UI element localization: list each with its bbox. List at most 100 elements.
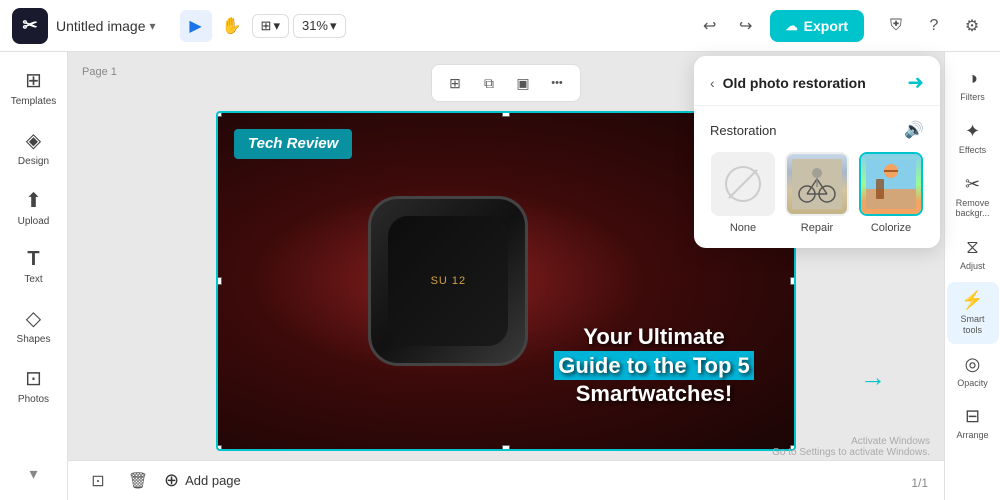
- selection-handle-t[interactable]: [502, 111, 510, 117]
- canvas-more-button[interactable]: •••: [542, 69, 572, 97]
- right-panel-opacity[interactable]: ◎ Opacity: [947, 346, 999, 397]
- sidebar-item-upload-label: Upload: [18, 216, 50, 228]
- repair-bike-figure: [787, 154, 847, 214]
- selection-handle-l[interactable]: [216, 277, 222, 285]
- zoom-control[interactable]: 31% ▾: [293, 14, 346, 38]
- selection-handle-bl[interactable]: [216, 445, 222, 451]
- sidebar-item-templates[interactable]: ⊞ Templates: [6, 60, 62, 116]
- canvas-bottom-bar: ⊡ 🗑 ⊕ Add page 1/1: [68, 460, 944, 500]
- app-logo: ✂: [12, 8, 48, 44]
- sidebar-item-text[interactable]: T Text: [6, 240, 62, 294]
- page-label: Page 1: [82, 66, 117, 78]
- watch-outer: SU 12: [368, 196, 528, 366]
- restoration-option-colorize[interactable]: Colorize: [858, 152, 924, 234]
- sidebar-item-shapes-label: Shapes: [17, 334, 51, 346]
- right-panel-smart-tools[interactable]: ⚡ Smart tools: [947, 282, 999, 344]
- shapes-icon: ◇: [26, 306, 41, 331]
- text-icon: T: [27, 248, 39, 271]
- arrange-icon: ⊟: [965, 406, 980, 427]
- sidebar-item-templates-label: Templates: [11, 96, 57, 108]
- tech-review-badge: Tech Review: [234, 129, 352, 159]
- canvas-layers-button[interactable]: ⧉: [474, 69, 504, 97]
- headline-1: Your Ultimate: [583, 324, 724, 349]
- add-page-button[interactable]: ⊕ Add page: [164, 470, 241, 491]
- sidebar-item-upload[interactable]: ⬆ Upload: [6, 180, 62, 236]
- filters-icon: ◑: [967, 68, 978, 89]
- headline-3: Smartwatches!: [576, 381, 733, 406]
- repair-option-image: [785, 152, 849, 216]
- sidebar-collapse-button[interactable]: ▾: [6, 456, 62, 492]
- tech-review-text: Tech Review: [248, 135, 338, 152]
- select-tool-button[interactable]: ▶: [180, 10, 212, 42]
- selection-handle-b[interactable]: [502, 445, 510, 451]
- popup-body: Restoration 🔊 None: [694, 106, 940, 248]
- export-button[interactable]: ☁ Export: [770, 10, 864, 42]
- save-to-cloud-button[interactable]: ⊡: [84, 467, 112, 495]
- upload-icon: ⬆: [25, 188, 42, 213]
- document-title: Untitled image: [56, 18, 146, 34]
- opacity-icon: ◎: [965, 354, 981, 375]
- canvas-frame-button[interactable]: ▣: [508, 69, 538, 97]
- restoration-popup: ‹ Old photo restoration ➜ Restoration 🔊 …: [694, 56, 940, 248]
- shield-button[interactable]: ⛨: [880, 10, 912, 42]
- canvas-text-overlay: Your Ultimate Guide to the Top 5 Smartwa…: [524, 323, 784, 409]
- none-option-image: [711, 152, 775, 216]
- add-page-label: Add page: [185, 473, 241, 488]
- effects-label: Effects: [959, 145, 986, 156]
- right-panel-filters[interactable]: ◑ Filters: [947, 60, 999, 111]
- zoom-chevron-icon: ▾: [330, 18, 337, 34]
- title-chevron-icon: ▾: [150, 19, 156, 33]
- redo-button[interactable]: ↪: [730, 10, 762, 42]
- page-indicator: 1/1: [911, 476, 928, 490]
- colorize-option-image: [859, 152, 923, 216]
- selection-handle-tl[interactable]: [216, 111, 222, 117]
- undo-button[interactable]: ↩: [694, 10, 726, 42]
- right-panel-effects[interactable]: ✦ Effects: [947, 113, 999, 164]
- delete-page-button[interactable]: 🗑: [124, 467, 152, 495]
- view-control[interactable]: ⊞ ▾: [252, 14, 289, 38]
- right-panel-arrange[interactable]: ⊟ Arrange: [947, 398, 999, 449]
- topbar-right-icons: ⛨ ? ⚙: [880, 10, 988, 42]
- document-title-area[interactable]: Untitled image ▾: [56, 18, 156, 34]
- hand-tool-button[interactable]: ✋: [216, 10, 248, 42]
- toolbar-tools: ▶ ✋ ⊞ ▾ 31% ▾: [180, 10, 686, 42]
- design-icon: ◈: [26, 128, 41, 153]
- popup-back-button[interactable]: ‹: [710, 75, 715, 91]
- right-panel-adjust[interactable]: ⧖ Adjust: [947, 229, 999, 280]
- smart-tools-icon: ⚡: [961, 290, 983, 311]
- right-panel-remove-bg[interactable]: ✂ Remove backgr...: [947, 166, 999, 228]
- watch-face: SU 12: [358, 181, 538, 381]
- restoration-option-none[interactable]: None: [710, 152, 776, 234]
- smart-tools-arrow: →: [860, 362, 886, 393]
- arrange-label: Arrange: [956, 430, 988, 441]
- canvas-toolbar: ⊞ ⧉ ▣ •••: [431, 64, 581, 102]
- help-button[interactable]: ?: [918, 10, 950, 42]
- sidebar-item-text-label: Text: [24, 274, 42, 286]
- export-label: Export: [804, 18, 848, 34]
- adjust-label: Adjust: [960, 261, 985, 272]
- view-icon: ⊞: [261, 18, 272, 34]
- selection-handle-r[interactable]: [790, 277, 796, 285]
- sidebar-item-shapes[interactable]: ◇ Shapes: [6, 298, 62, 354]
- watch-screen: SU 12: [388, 216, 508, 346]
- smart-tools-label: Smart tools: [951, 314, 995, 336]
- view-chevron-icon: ▾: [273, 18, 280, 34]
- sidebar-item-design[interactable]: ◈ Design: [6, 120, 62, 176]
- colorize-option-label: Colorize: [871, 222, 911, 234]
- sound-icon[interactable]: 🔊: [904, 120, 924, 140]
- canvas-headline: Your Ultimate Guide to the Top 5 Smartwa…: [524, 323, 784, 409]
- left-sidebar: ⊞ Templates ◈ Design ⬆ Upload T Text ◇ S…: [0, 52, 68, 500]
- settings-button[interactable]: ⚙: [956, 10, 988, 42]
- undo-redo-controls: ↩ ↪: [694, 10, 762, 42]
- adjust-icon: ⧖: [966, 237, 979, 258]
- sidebar-item-photos[interactable]: ⊡ Photos: [6, 358, 62, 414]
- restoration-options: None: [710, 152, 924, 234]
- templates-icon: ⊞: [25, 68, 42, 93]
- restoration-option-repair[interactable]: Repair: [784, 152, 850, 234]
- canvas-grid-button[interactable]: ⊞: [440, 69, 470, 97]
- add-page-icon: ⊕: [164, 470, 179, 491]
- zoom-level: 31%: [302, 18, 328, 33]
- export-icon: ☁: [786, 19, 798, 33]
- remove-bg-icon: ✂: [965, 174, 980, 195]
- none-circle: [725, 166, 761, 202]
